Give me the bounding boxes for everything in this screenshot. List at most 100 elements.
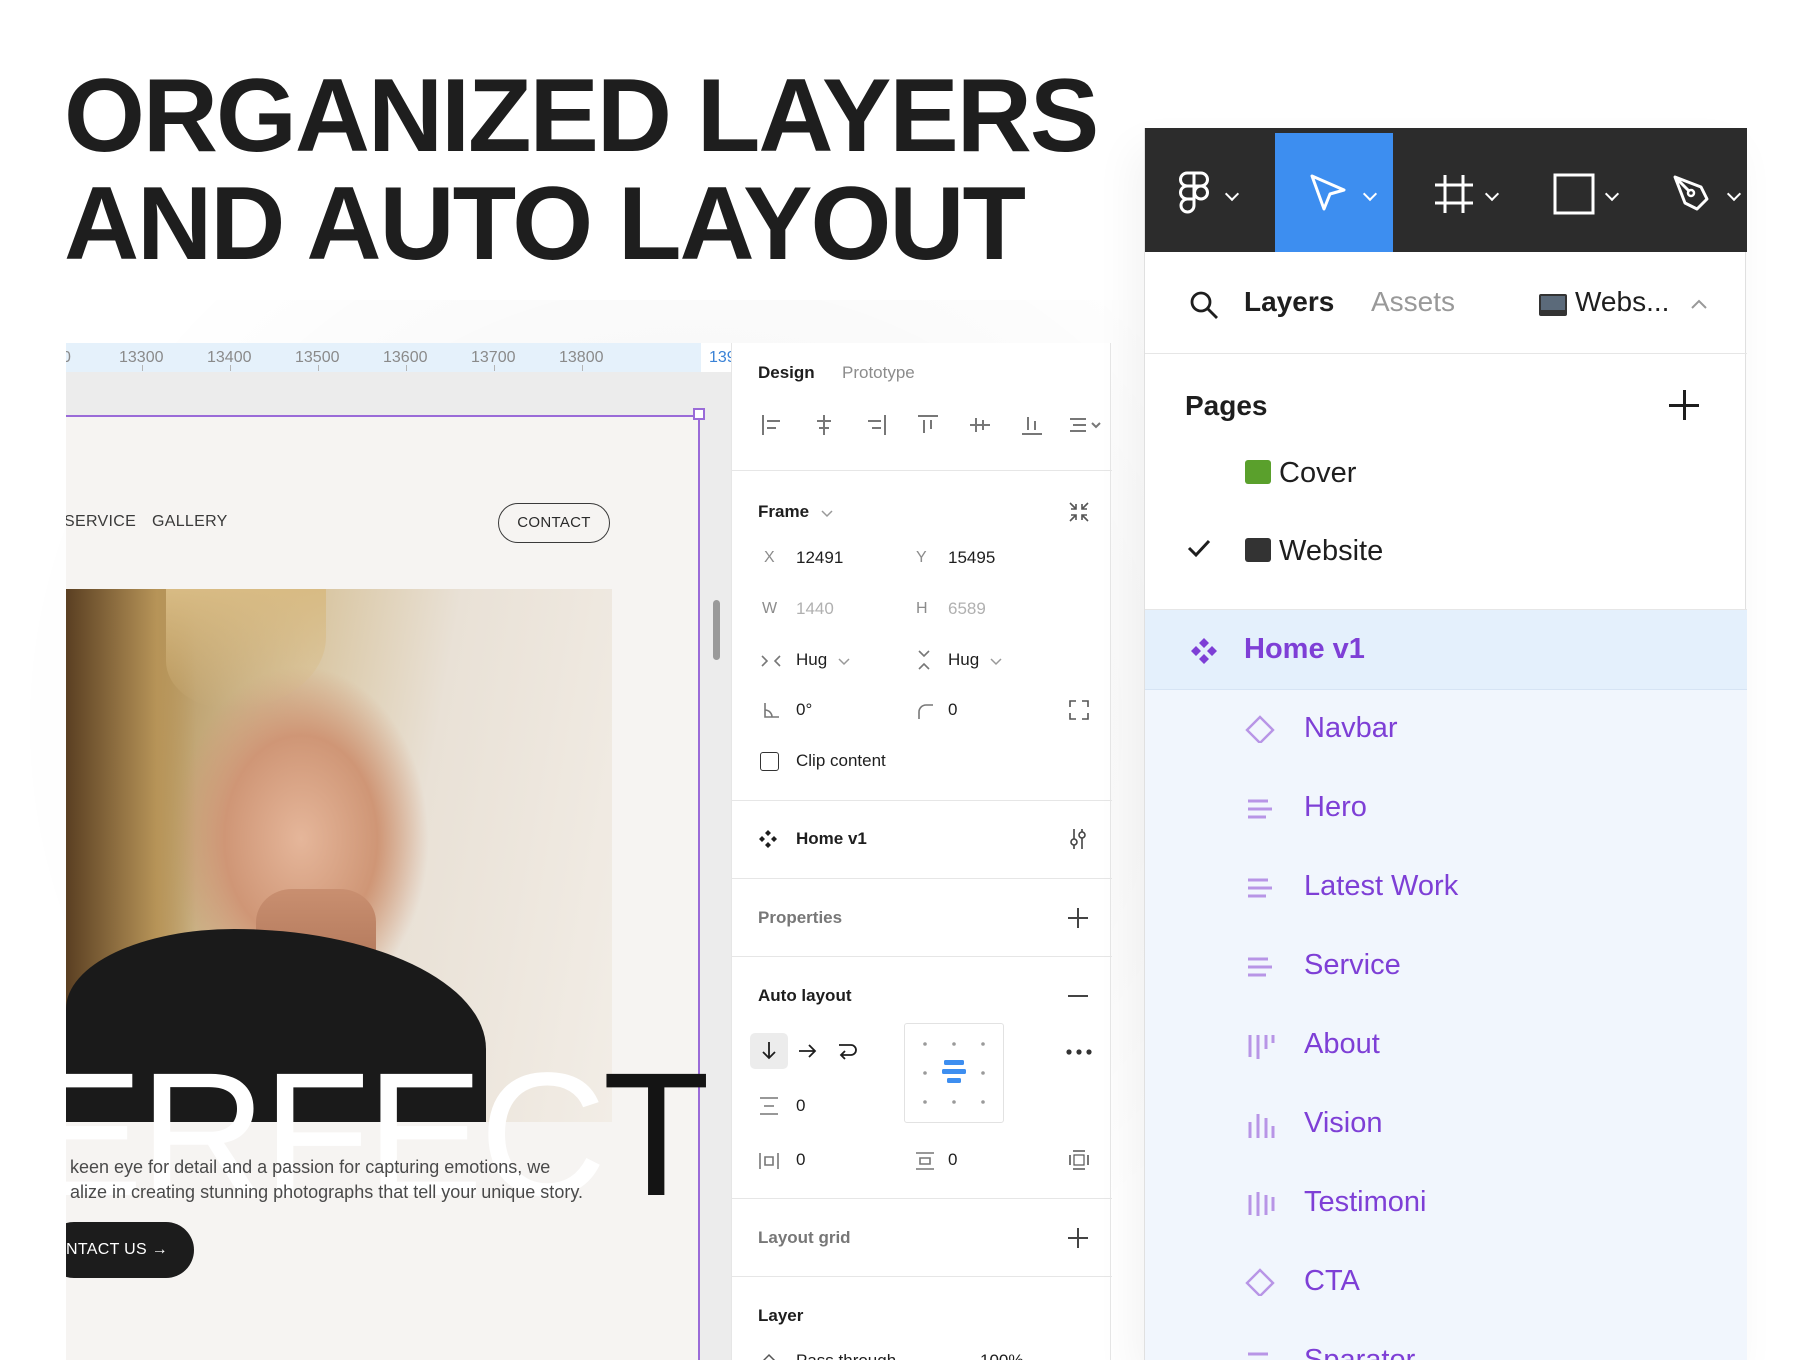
contact-us-button[interactable]: NTACT US → bbox=[66, 1222, 194, 1278]
horizontal-stack-icon bbox=[1248, 1192, 1275, 1216]
tab-layers[interactable]: Layers bbox=[1244, 286, 1334, 318]
vertical-stack-icon bbox=[1248, 799, 1272, 819]
layer-row-about[interactable]: About bbox=[1145, 1005, 1747, 1085]
component-settings-icon[interactable] bbox=[1068, 827, 1088, 851]
width-mode-select[interactable]: Hug bbox=[796, 650, 827, 670]
contact-button[interactable]: CONTACT bbox=[498, 503, 610, 543]
main-menu-button[interactable] bbox=[1145, 133, 1263, 252]
search-icon[interactable] bbox=[1189, 290, 1219, 320]
independent-corners-icon[interactable] bbox=[1068, 699, 1090, 721]
collapse-frame-icon[interactable] bbox=[1068, 501, 1090, 523]
alignment-box[interactable] bbox=[904, 1023, 1004, 1123]
shape-tool-button[interactable] bbox=[1515, 133, 1633, 252]
page-item-website[interactable]: Website bbox=[1245, 535, 1383, 568]
figma-logo-icon bbox=[1179, 171, 1209, 214]
align-bottom-icon[interactable] bbox=[1020, 413, 1044, 437]
align-horizontal-center-icon[interactable] bbox=[812, 413, 836, 437]
component-name[interactable]: Home v1 bbox=[796, 829, 867, 849]
direction-vertical-button[interactable] bbox=[750, 1033, 788, 1069]
layer-row-cta[interactable]: CTA bbox=[1145, 1242, 1747, 1322]
vertical-stack-icon bbox=[1248, 957, 1272, 977]
layer-label: Sparator bbox=[1304, 1344, 1416, 1360]
layer-label: CTA bbox=[1304, 1265, 1360, 1297]
chevron-down-icon[interactable] bbox=[990, 657, 1002, 667]
layer-row-testimoni[interactable]: Testimoni bbox=[1145, 1163, 1747, 1243]
vertical-stack-icon bbox=[1248, 878, 1272, 898]
individual-padding-icon[interactable] bbox=[1068, 1149, 1090, 1171]
arrow-right-icon[interactable] bbox=[798, 1043, 818, 1059]
design-panel: Design Prototype Frame X 12491 Y 15495 W… bbox=[731, 343, 1112, 1360]
canvas-scrollbar[interactable] bbox=[713, 600, 720, 660]
rotation-icon bbox=[764, 703, 779, 718]
rectangle-icon bbox=[1553, 173, 1595, 215]
layer-row-service[interactable]: Service bbox=[1145, 926, 1747, 1006]
rotation-field[interactable]: 0° bbox=[796, 700, 812, 720]
arrow-down-icon bbox=[762, 1042, 776, 1060]
home-frame[interactable]: SERVICE GALLERY CONTACT ERFECT keen eye … bbox=[66, 415, 710, 1360]
height-mode-select[interactable]: Hug bbox=[948, 650, 979, 670]
more-options-icon[interactable] bbox=[1066, 1049, 1092, 1055]
align-top-icon[interactable] bbox=[916, 413, 940, 437]
layer-label: Service bbox=[1304, 949, 1401, 981]
layer-row-latest-work[interactable]: Latest Work bbox=[1145, 847, 1747, 927]
wrap-icon[interactable] bbox=[836, 1041, 858, 1061]
layer-row-hero[interactable]: Hero bbox=[1145, 768, 1747, 848]
chevron-up-icon[interactable] bbox=[1690, 298, 1708, 310]
w-label: W bbox=[762, 600, 778, 617]
monitor-icon bbox=[1539, 294, 1567, 316]
ruler-tick-label: 0 bbox=[66, 349, 71, 366]
w-field[interactable]: 1440 bbox=[796, 599, 834, 619]
nav-link-gallery[interactable]: GALLERY bbox=[152, 513, 228, 531]
frame-tool-button[interactable] bbox=[1395, 133, 1513, 252]
page-item-cover[interactable]: Cover bbox=[1245, 457, 1356, 490]
gap-field[interactable]: 0 bbox=[796, 1096, 805, 1116]
frame-resize-handle[interactable] bbox=[693, 408, 705, 420]
layer-row-vision[interactable]: Vision bbox=[1145, 1084, 1747, 1164]
remove-auto-layout-icon[interactable] bbox=[1068, 986, 1088, 1006]
blend-mode-select[interactable]: Pass through bbox=[796, 1351, 896, 1360]
y-field[interactable]: 15495 bbox=[948, 548, 995, 568]
opacity-field[interactable]: 100% bbox=[980, 1351, 1023, 1360]
add-page-icon[interactable] bbox=[1669, 390, 1699, 420]
chevron-down-icon bbox=[1484, 186, 1500, 202]
layer-list: Home v1 Navbar Hero Latest Work Service … bbox=[1145, 610, 1747, 1360]
layer-row-home-v1[interactable]: Home v1 bbox=[1145, 610, 1747, 690]
hero-description-line-1: keen eye for detail and a passion for ca… bbox=[70, 1157, 551, 1177]
tab-assets[interactable]: Assets bbox=[1371, 286, 1455, 318]
layer-row-navbar[interactable]: Navbar bbox=[1145, 689, 1747, 769]
distribute-icon[interactable] bbox=[1068, 413, 1102, 437]
chevron-down-icon[interactable] bbox=[838, 657, 850, 667]
layer-row-sparator[interactable]: Sparator bbox=[1145, 1321, 1747, 1360]
page-label-website: Website bbox=[1279, 535, 1384, 567]
page-switcher[interactable]: Webs... bbox=[1575, 286, 1669, 318]
nav-link-service[interactable]: SERVICE bbox=[66, 513, 136, 531]
layers-panel: Layers Assets Webs... Pages Cover Websit… bbox=[1144, 128, 1747, 1360]
tab-design[interactable]: Design bbox=[758, 363, 815, 383]
component-icon bbox=[759, 830, 777, 848]
ruler-edge: 139 bbox=[701, 343, 731, 372]
align-vertical-center-icon[interactable] bbox=[968, 413, 992, 437]
vertical-padding-field[interactable]: 0 bbox=[948, 1150, 957, 1170]
corner-radius-icon bbox=[918, 704, 933, 719]
pen-tool-button[interactable] bbox=[1635, 133, 1753, 252]
frame-section-title[interactable]: Frame bbox=[758, 502, 809, 522]
move-tool-button[interactable] bbox=[1275, 133, 1393, 252]
horizontal-padding-field[interactable]: 0 bbox=[796, 1150, 805, 1170]
chevron-down-icon bbox=[1604, 186, 1620, 202]
add-property-icon[interactable] bbox=[1068, 908, 1088, 928]
design-canvas[interactable]: 0 13300 13400 13500 13600 13700 13800 13… bbox=[66, 343, 731, 1360]
clip-content-checkbox[interactable] bbox=[760, 752, 779, 771]
layer-label: Vision bbox=[1304, 1107, 1383, 1139]
add-layout-grid-icon[interactable] bbox=[1068, 1228, 1088, 1248]
h-field[interactable]: 6589 bbox=[948, 599, 986, 619]
tab-prototype[interactable]: Prototype bbox=[842, 363, 915, 383]
align-left-icon[interactable] bbox=[760, 413, 784, 437]
hero-description-line-2: alize in creating stunning photographs t… bbox=[70, 1182, 583, 1202]
align-right-icon[interactable] bbox=[864, 413, 888, 437]
auto-layout-title: Auto layout bbox=[758, 986, 852, 1005]
corner-radius-field[interactable]: 0 bbox=[948, 700, 957, 720]
auto-layout-section: Auto layout 0 0 0 bbox=[732, 957, 1112, 1199]
chevron-down-icon[interactable] bbox=[821, 509, 833, 519]
x-field[interactable]: 12491 bbox=[796, 548, 843, 568]
component-section: Home v1 bbox=[732, 801, 1112, 879]
